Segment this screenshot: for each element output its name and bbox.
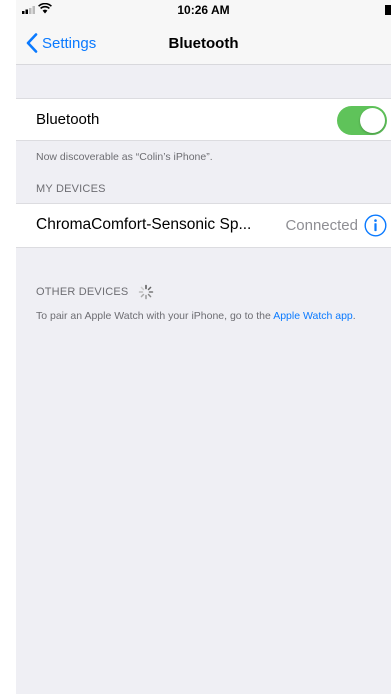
spinner-icon [139, 284, 154, 300]
navigation-bar: Settings Bluetooth [16, 20, 391, 65]
apple-watch-note: To pair an Apple Watch with your iPhone,… [36, 310, 376, 323]
page-title: Bluetooth [168, 35, 239, 52]
bluetooth-toggle[interactable] [337, 106, 387, 135]
device-row[interactable]: ChromaComfort-Sensonic Sp... Connected [16, 203, 391, 248]
bluetooth-label: Bluetooth [36, 111, 100, 128]
other-devices-header: OTHER DEVICES [36, 284, 154, 300]
status-time: 10:26 AM [177, 3, 230, 17]
phone-screen: 10:26 AM Settings Bluetooth Bluetooth No… [16, 0, 391, 694]
toggle-knob [360, 108, 385, 133]
device-name: ChromaComfort-Sensonic Sp... [36, 216, 252, 233]
other-devices-label: OTHER DEVICES [36, 286, 129, 298]
battery-icon [385, 5, 391, 15]
pair-note-text: To pair an Apple Watch with your iPhone,… [36, 310, 274, 322]
discoverable-text: Now discoverable as “Colin’s iPhone”. [36, 151, 213, 163]
info-icon[interactable] [364, 214, 387, 237]
pair-note-end: . [352, 310, 356, 322]
apple-watch-app-link[interactable]: Apple Watch app [273, 310, 353, 322]
my-devices-header: MY DEVICES [36, 183, 106, 195]
bluetooth-row: Bluetooth [16, 98, 391, 141]
status-bar: 10:26 AM [16, 0, 391, 20]
device-status: Connected [285, 217, 358, 234]
